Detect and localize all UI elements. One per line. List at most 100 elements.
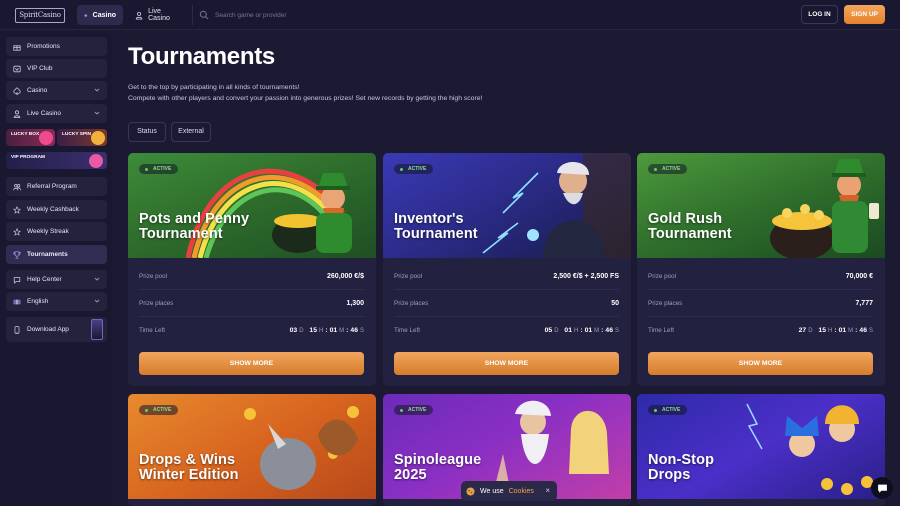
sidebar-item-help-center[interactable]: Help Center bbox=[6, 270, 107, 289]
promo-vip-program[interactable]: VIP PROGRAM bbox=[6, 152, 107, 169]
tournament-card: ACTIVE Inventor's Tournament Prize pool 2… bbox=[383, 153, 631, 386]
tournament-banner-image[interactable]: ACTIVE Gold Rush Tournament bbox=[637, 153, 885, 258]
tournament-title-line: Tournament bbox=[394, 226, 478, 242]
promo-lucky-spin-label: LUCKY SPIN bbox=[62, 132, 91, 137]
show-more-button[interactable]: SHOW MORE bbox=[648, 352, 873, 375]
tournament-banner-image[interactable]: ACTIVE Drops & Wins Winter Edition bbox=[128, 394, 376, 499]
timer-seconds: 46 bbox=[859, 327, 867, 334]
sidebar-item-label: Weekly Cashback bbox=[27, 206, 79, 213]
phone-promo-image bbox=[91, 319, 103, 340]
tournament-banner-image[interactable]: ACTIVE Non-Stop Drops bbox=[637, 394, 885, 499]
chevron-down-icon[interactable] bbox=[94, 276, 100, 282]
phone-icon bbox=[14, 325, 20, 334]
tournament-title-line: Inventor's bbox=[394, 211, 464, 227]
prize-places-row: Prize places 50 bbox=[394, 290, 619, 317]
sidebar-item-weekly-streak[interactable]: Weekly Streak bbox=[6, 222, 107, 241]
timer-unit: S bbox=[359, 328, 364, 334]
cookie-banner: We use Cookies × bbox=[461, 481, 557, 501]
tournament-details: Prize pool 260,000 €/$ Prize places 1,300 … bbox=[139, 263, 364, 344]
tab-casino[interactable]: Casino bbox=[77, 5, 123, 25]
countdown-timer: 03 D 15 H: 01 M: 46 S bbox=[289, 327, 364, 334]
chat-button[interactable] bbox=[871, 477, 893, 499]
page-description-line: Compete with other players and convert y… bbox=[128, 95, 483, 102]
chevron-down-icon[interactable] bbox=[94, 298, 100, 304]
status-badge: ACTIVE bbox=[648, 405, 688, 415]
cookie-link[interactable]: Cookies bbox=[509, 488, 534, 495]
tournament-title: Inventor's Tournament bbox=[394, 212, 478, 242]
site-logo[interactable]: SpiritCasino bbox=[15, 8, 65, 23]
prize-pool-label: Prize pool bbox=[139, 272, 168, 280]
prize-places-label: Prize places bbox=[394, 299, 429, 307]
prize-places-value: 50 bbox=[611, 299, 619, 307]
promo-lucky-spin[interactable]: LUCKY SPIN bbox=[57, 129, 107, 146]
page-description: Get to the top by participating in all k… bbox=[128, 82, 482, 104]
sidebar-item-download-app[interactable]: Download App bbox=[6, 317, 107, 342]
time-left-row: Time Left 27 D 15 H: 01 M: 46 S bbox=[648, 317, 873, 344]
tournament-title-line: Tournament bbox=[648, 226, 732, 242]
status-badge: ACTIVE bbox=[139, 405, 179, 415]
filter-external-button[interactable]: External bbox=[171, 122, 211, 142]
prize-pool-row: Prize pool 2,500 €/$ + 2,500 FS bbox=[394, 263, 619, 290]
show-more-button[interactable]: SHOW MORE bbox=[139, 352, 364, 375]
search-icon bbox=[199, 10, 209, 20]
sidebar-item-label: VIP Club bbox=[27, 65, 53, 72]
promo-lucky-box[interactable]: LUCKY BOX bbox=[6, 129, 55, 146]
sidebar-item-casino[interactable]: Casino bbox=[6, 81, 107, 100]
timer-hours: 15 bbox=[309, 327, 317, 334]
tournament-title-line: Drops & Wins bbox=[139, 452, 236, 468]
tab-live-casino[interactable]: Live Casino bbox=[128, 5, 188, 25]
cookie-close-button[interactable]: × bbox=[545, 486, 550, 495]
timer-seconds: 46 bbox=[350, 327, 358, 334]
timer-days: 27 bbox=[798, 327, 807, 334]
sidebar-item-live-casino[interactable]: Live Casino bbox=[6, 104, 107, 123]
timer-unit: M bbox=[339, 328, 345, 334]
spade-icon bbox=[84, 13, 88, 17]
search-placeholder: Search game or provider bbox=[215, 11, 287, 19]
prize-pool-value: 260,000 €/$ bbox=[327, 272, 364, 280]
login-button[interactable]: LOG IN bbox=[801, 5, 838, 24]
filter-status-button[interactable]: Status bbox=[128, 122, 166, 142]
signup-button[interactable]: SIGN UP bbox=[844, 5, 885, 24]
chevron-down-icon[interactable] bbox=[94, 87, 100, 93]
tournament-banner-image[interactable]: ACTIVE Pots and Penny Tournament bbox=[128, 153, 376, 258]
tournament-details: Prize pool 2,500 €/$ + 2,500 FS Prize pla… bbox=[394, 263, 619, 344]
prize-places-label: Prize places bbox=[648, 299, 683, 307]
tournament-title-line: Pots and Penny bbox=[139, 211, 250, 227]
cashback-icon bbox=[13, 205, 21, 214]
prize-places-value: 1,300 bbox=[346, 299, 364, 307]
tournament-title-line: Tournament bbox=[139, 226, 223, 242]
timer-unit: M bbox=[594, 328, 600, 334]
dealer-icon bbox=[13, 109, 21, 118]
tournament-banner-image[interactable]: ACTIVE Inventor's Tournament bbox=[383, 153, 631, 258]
prize-pool-label: Prize pool bbox=[648, 272, 677, 280]
tournament-card: ACTIVE Drops & Wins Winter Edition bbox=[128, 394, 376, 506]
sidebar-item-vip-club[interactable]: VIP Club bbox=[6, 59, 107, 78]
main-content: Tournaments Get to the top by participat… bbox=[113, 31, 900, 506]
tournament-title-line: Non-Stop bbox=[648, 452, 715, 468]
chevron-down-icon[interactable] bbox=[94, 110, 100, 116]
timer-minutes: 01 bbox=[838, 327, 847, 334]
sidebar-item-referral[interactable]: Referral Program bbox=[6, 177, 107, 196]
status-badge: ACTIVE bbox=[394, 164, 434, 174]
tab-casino-label: Casino bbox=[92, 11, 116, 19]
status-badge: ACTIVE bbox=[648, 164, 688, 174]
time-left-label: Time Left bbox=[394, 327, 421, 334]
tournament-title: Drops & Wins Winter Edition bbox=[139, 453, 239, 483]
sidebar-item-label: Help Center bbox=[27, 276, 62, 283]
search-input[interactable]: Search game or provider bbox=[192, 5, 368, 25]
tournament-card: ACTIVE Pots and Penny Tournament Prize p… bbox=[128, 153, 376, 386]
sidebar-item-language[interactable]: English bbox=[6, 292, 107, 311]
prize-places-row: Prize places 1,300 bbox=[139, 290, 364, 317]
sidebar-item-weekly-cashback[interactable]: Weekly Cashback bbox=[6, 200, 107, 219]
timer-days: 05 bbox=[544, 327, 553, 334]
timer-minutes: 01 bbox=[329, 327, 338, 334]
timer-unit: H bbox=[827, 328, 833, 334]
sidebar-item-label: Weekly Streak bbox=[27, 228, 69, 235]
sidebar-item-promotions[interactable]: Promotions bbox=[6, 37, 107, 56]
time-left-row: Time Left 05 D 01 H: 01 M: 46 S bbox=[394, 317, 619, 344]
prize-pool-row: Prize pool 260,000 €/$ bbox=[139, 263, 364, 290]
timer-hours: 15 bbox=[818, 327, 826, 334]
tournament-title: Non-Stop Drops bbox=[648, 453, 714, 483]
show-more-button[interactable]: SHOW MORE bbox=[394, 352, 619, 375]
sidebar-item-tournaments[interactable]: Tournaments bbox=[6, 245, 107, 264]
